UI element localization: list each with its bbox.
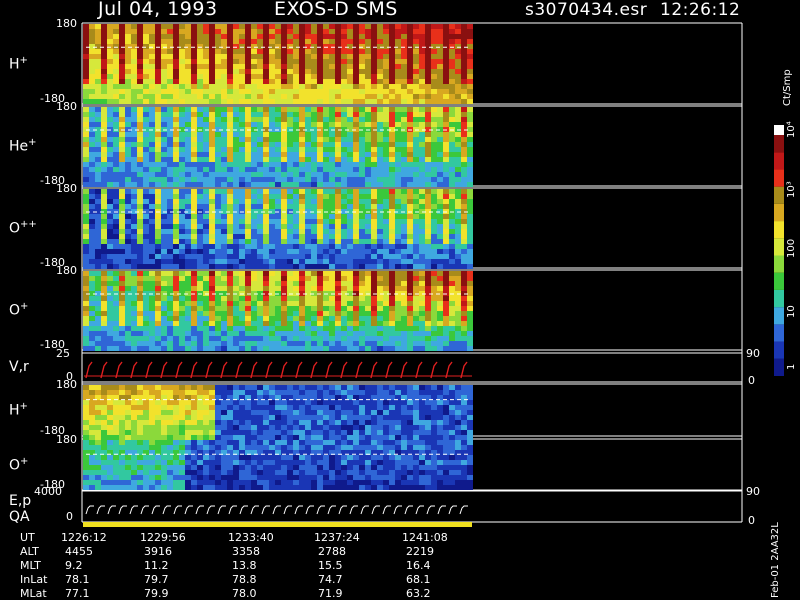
right-tick-top: 90	[746, 485, 760, 498]
colorbar-tick-label: 1	[786, 363, 797, 370]
ephemeris-value: 68.1	[406, 573, 431, 586]
y-tick-top: 4000	[34, 485, 62, 498]
ephemeris-value: 2219	[406, 545, 434, 558]
ephemeris-value: 1241:08	[402, 531, 448, 544]
ephemeris-value: 4455	[65, 545, 93, 558]
panel-hp1-spectrogram	[83, 24, 473, 104]
instrument-name: EXOS-D SMS	[274, 0, 398, 20]
panel-label: O++	[9, 219, 37, 237]
ephemeris-value: 74.7	[318, 573, 343, 586]
right-tick-bottom: 0	[748, 514, 755, 527]
ephemeris-value: 79.7	[144, 573, 169, 586]
ephemeris-value: 11.2	[144, 559, 169, 572]
plot-time: 12:26:12	[660, 0, 741, 20]
spectrogram-plot	[81, 22, 784, 527]
ephemeris-value: 79.9	[144, 587, 169, 600]
right-tick-bottom: 0	[748, 374, 755, 387]
panel-hp2-spectrogram	[83, 385, 473, 440]
panel-op2-spectrogram	[83, 440, 473, 490]
ephemeris-value: 3916	[144, 545, 172, 558]
ephemeris-value: 16.4	[406, 559, 431, 572]
ephemeris-row-label: UT	[20, 531, 35, 544]
ephemeris-value: 1237:24	[314, 531, 360, 544]
colorbar	[774, 125, 784, 376]
ephemeris-value: 1233:40	[228, 531, 274, 544]
panel-label: O+	[9, 455, 29, 474]
panel-opp-spectrogram	[83, 189, 473, 269]
panel-hep-spectrogram	[83, 107, 473, 187]
panel-vr-trace	[84, 361, 472, 379]
y-tick-top: 180	[56, 182, 77, 195]
panel-label-secondary: QA	[9, 508, 30, 525]
ephemeris-value: 1229:56	[140, 531, 186, 544]
y-tick-top: 25	[56, 347, 70, 360]
y-tick-bottom: 0	[66, 510, 73, 523]
panel-label: H+	[9, 401, 28, 419]
colorbar-tick-label: 10	[786, 305, 797, 318]
ephemeris-value: 9.2	[65, 559, 83, 572]
panel-ep-trace	[83, 505, 472, 527]
panel-label: He+	[9, 137, 37, 155]
ephemeris-value: 2788	[318, 545, 346, 558]
colorbar-unit: Ct/Smp	[782, 69, 793, 106]
colorbar-tick-label: 10⁴	[786, 121, 797, 138]
ephemeris-value: 78.1	[65, 573, 90, 586]
ephemeris-value: 63.2	[406, 587, 431, 600]
ephemeris-value: 78.0	[232, 587, 257, 600]
panel-label: O+	[9, 301, 29, 319]
ephemeris-row-label: InLat	[20, 573, 48, 586]
colorbar-tick-label: 10³	[786, 181, 797, 198]
panel-label: H+	[9, 54, 28, 73]
y-tick-top: 180	[56, 100, 77, 113]
ephemeris-row-label: ALT	[20, 545, 39, 558]
y-tick-top: 180	[56, 378, 77, 391]
ephemeris-value: 78.8	[232, 573, 257, 586]
ephemeris-value: 15.5	[318, 559, 343, 572]
ephemeris-value: 77.1	[65, 587, 90, 600]
ephemeris-value: 1226:12	[61, 531, 107, 544]
ephemeris-value: 3358	[232, 545, 260, 558]
ephemeris-value: 71.9	[318, 587, 343, 600]
panel-op1-spectrogram	[83, 271, 473, 351]
panel-label: E,p	[9, 492, 32, 509]
y-tick-top: 180	[56, 17, 77, 30]
panel-label: V,r	[9, 358, 29, 375]
file-name: s3070434.esr	[525, 0, 648, 20]
footer-stamp: Feb-01 2AA32L	[770, 522, 781, 598]
y-tick-top: 180	[56, 433, 77, 446]
ephemeris-row-label: MLat	[20, 587, 47, 600]
plot-date: Jul 04, 1993	[98, 0, 218, 20]
colorbar-tick-label: 100	[786, 238, 797, 258]
right-tick-top: 90	[746, 347, 760, 360]
ephemeris-row-label: MLT	[20, 559, 41, 572]
ephemeris-value: 13.8	[232, 559, 257, 572]
y-tick-top: 180	[56, 264, 77, 277]
